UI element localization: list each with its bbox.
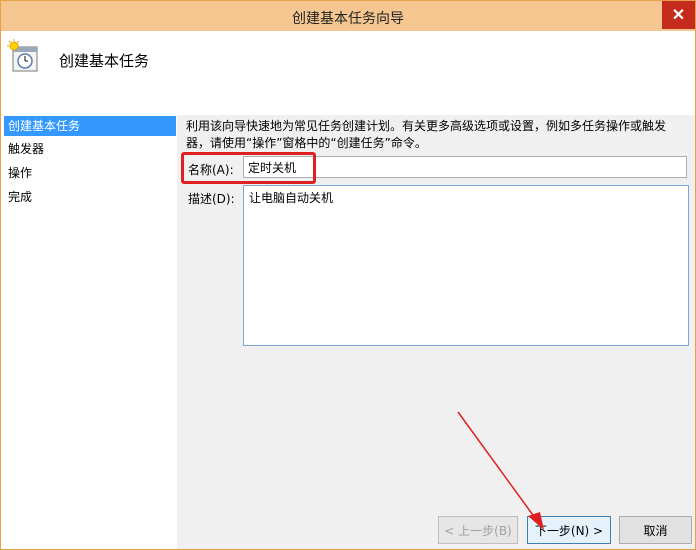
sidebar-item-finish[interactable]: 完成	[4, 187, 176, 207]
steps-sidebar: 创建基本任务 触发器 操作 完成	[1, 115, 177, 549]
close-button[interactable]: ✕	[662, 1, 695, 29]
sidebar-item-action[interactable]: 操作	[4, 163, 176, 183]
task-scheduler-icon	[7, 39, 38, 72]
wizard-description: 利用该向导快速地为常见任务创建计划。有关更多高级选项或设置，例如多任务操作或触发…	[186, 118, 682, 152]
close-icon: ✕	[671, 7, 686, 24]
title-bar[interactable]: 创建基本任务向导 ✕	[1, 1, 695, 31]
description-line-2: 器，请使用“操作”窗格中的“创建任务”命令。	[186, 136, 427, 150]
window-title: 创建基本任务向导	[292, 11, 404, 27]
cancel-button[interactable]: 取消	[619, 516, 692, 544]
sidebar-item-trigger[interactable]: 触发器	[4, 139, 176, 159]
back-button[interactable]: < 上一步(B)	[438, 516, 518, 544]
wizard-header: 创建基本任务	[1, 31, 695, 115]
next-button[interactable]: 下一步(N) >	[527, 516, 611, 544]
page-title: 创建基本任务	[59, 52, 150, 70]
sidebar-item-create-basic-task[interactable]: 创建基本任务	[4, 116, 176, 136]
description-line-1: 利用该向导快速地为常见任务创建计划。有关更多高级选项或设置，例如多任务操作或触发	[186, 119, 667, 133]
highlight-box	[181, 152, 316, 184]
description-textarea[interactable]: 让电脑自动关机	[243, 185, 689, 346]
description-label: 描述(D):	[188, 192, 235, 206]
